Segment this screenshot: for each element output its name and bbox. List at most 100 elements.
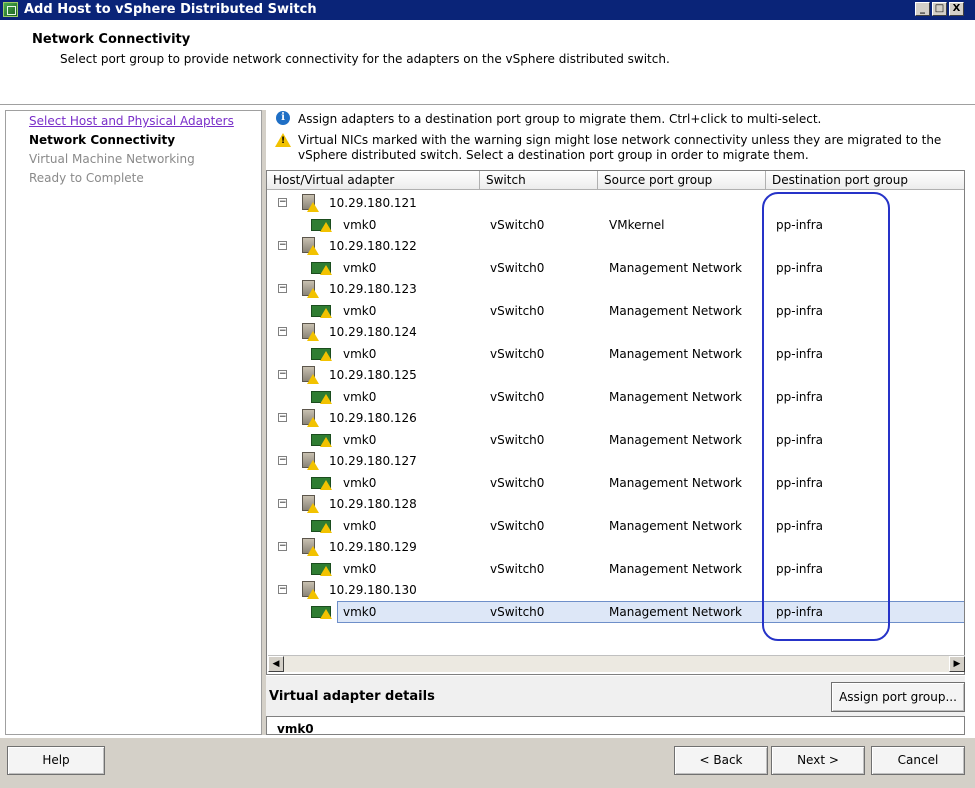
host-warning-icon	[302, 366, 319, 384]
collapse-icon[interactable]: −	[278, 284, 287, 293]
adapter-destination-port-group[interactable]: pp-infra	[776, 605, 823, 619]
collapse-icon[interactable]: −	[278, 327, 287, 336]
host-row[interactable]: − 10.29.180.129	[267, 536, 964, 558]
wizard-steps-panel: Select Host and Physical Adapters Networ…	[5, 110, 261, 735]
vnic-warning-icon	[311, 606, 332, 619]
host-row[interactable]: − 10.29.180.126	[267, 407, 964, 429]
host-name: 10.29.180.121	[329, 196, 417, 210]
next-button[interactable]: Next >	[771, 746, 865, 775]
adapter-row[interactable]: vmk0 vSwitch0 Management Network pp-infra	[267, 343, 964, 365]
vnic-warning-icon	[311, 262, 332, 275]
vnic-warning-icon	[311, 477, 332, 490]
host-row[interactable]: − 10.29.180.123	[267, 278, 964, 300]
adapter-source-port-group: VMkernel	[609, 218, 665, 232]
adapter-destination-port-group[interactable]: pp-infra	[776, 304, 823, 318]
step-select-host[interactable]: Select Host and Physical Adapters	[29, 114, 234, 128]
host-row[interactable]: − 10.29.180.130	[267, 579, 964, 601]
adapter-destination-port-group[interactable]: pp-infra	[776, 261, 823, 275]
adapter-row[interactable]: vmk0 vSwitch0 Management Network pp-infra	[267, 429, 964, 451]
adapter-name: vmk0	[343, 519, 377, 533]
vnic-warning-icon	[311, 563, 332, 576]
host-name: 10.29.180.128	[329, 497, 417, 511]
vnic-warning-icon	[311, 391, 332, 404]
horizontal-scrollbar[interactable]: ◀ ▶	[268, 655, 965, 672]
column-header-source[interactable]: Source port group	[598, 171, 766, 190]
host-row[interactable]: − 10.29.180.127	[267, 450, 964, 472]
adapter-source-port-group: Management Network	[609, 304, 742, 318]
adapter-source-port-group: Management Network	[609, 519, 742, 533]
adapter-switch: vSwitch0	[490, 519, 545, 533]
adapter-name: vmk0	[343, 433, 377, 447]
column-header-switch[interactable]: Switch	[480, 171, 598, 190]
adapter-row[interactable]: vmk0 vSwitch0 Management Network pp-infra	[267, 472, 964, 494]
collapse-icon[interactable]: −	[278, 241, 287, 250]
scroll-left-button[interactable]: ◀	[268, 656, 284, 672]
adapter-destination-port-group[interactable]: pp-infra	[776, 476, 823, 490]
step-vm-networking: Virtual Machine Networking	[29, 152, 195, 166]
adapter-row[interactable]: vmk0 vSwitch0 Management Network pp-infra	[267, 386, 964, 408]
host-row[interactable]: − 10.29.180.125	[267, 364, 964, 386]
adapter-name: vmk0	[343, 476, 377, 490]
adapter-row[interactable]: vmk0 vSwitch0 Management Network pp-infra	[267, 601, 964, 623]
adapter-name: vmk0	[343, 347, 377, 361]
back-button[interactable]: < Back	[674, 746, 768, 775]
host-name: 10.29.180.124	[329, 325, 417, 339]
adapter-destination-port-group[interactable]: pp-infra	[776, 433, 823, 447]
host-row[interactable]: − 10.29.180.124	[267, 321, 964, 343]
vnic-warning-icon	[311, 434, 332, 447]
adapter-switch: vSwitch0	[490, 433, 545, 447]
help-button[interactable]: Help	[7, 746, 105, 775]
window-titlebar: Add Host to vSphere Distributed Switch _…	[0, 0, 975, 20]
close-button[interactable]: X	[949, 2, 964, 16]
warning-message: Virtual NICs marked with the warning sig…	[298, 133, 942, 162]
adapter-source-port-group: Management Network	[609, 261, 742, 275]
adapter-row[interactable]: vmk0 vSwitch0 Management Network pp-infra	[267, 257, 964, 279]
header-divider	[0, 104, 975, 105]
collapse-icon[interactable]: −	[278, 456, 287, 465]
vnic-warning-icon	[311, 305, 332, 318]
adapter-row[interactable]: vmk0 vSwitch0 Management Network pp-infra	[267, 300, 964, 322]
adapter-row[interactable]: vmk0 vSwitch0 VMkernel pp-infra	[267, 214, 964, 236]
adapter-destination-port-group[interactable]: pp-infra	[776, 390, 823, 404]
host-warning-icon	[302, 237, 319, 255]
assign-port-group-button[interactable]: Assign port group...	[831, 682, 965, 712]
adapter-destination-port-group[interactable]: pp-infra	[776, 519, 823, 533]
host-warning-icon	[302, 280, 319, 298]
adapter-destination-port-group[interactable]: pp-infra	[776, 218, 823, 232]
host-warning-icon	[302, 581, 319, 599]
adapter-switch: vSwitch0	[490, 261, 545, 275]
collapse-icon[interactable]: −	[278, 499, 287, 508]
adapter-name: vmk0	[343, 605, 377, 619]
scroll-right-button[interactable]: ▶	[949, 656, 965, 672]
host-row[interactable]: − 10.29.180.122	[267, 235, 964, 257]
host-name: 10.29.180.122	[329, 239, 417, 253]
host-row[interactable]: − 10.29.180.128	[267, 493, 964, 515]
adapter-switch: vSwitch0	[490, 476, 545, 490]
adapter-name: vmk0	[343, 304, 377, 318]
adapter-source-port-group: Management Network	[609, 562, 742, 576]
host-name: 10.29.180.130	[329, 583, 417, 597]
maximize-button[interactable]: □	[932, 2, 947, 16]
adapter-destination-port-group[interactable]: pp-infra	[776, 562, 823, 576]
adapter-destination-port-group[interactable]: pp-infra	[776, 347, 823, 361]
adapter-switch: vSwitch0	[490, 605, 545, 619]
column-header-destination[interactable]: Destination port group	[766, 171, 964, 190]
adapter-name: vmk0	[343, 218, 377, 232]
adapter-row[interactable]: vmk0 vSwitch0 Management Network pp-infra	[267, 515, 964, 537]
cancel-button[interactable]: Cancel	[871, 746, 965, 775]
collapse-icon[interactable]: −	[278, 585, 287, 594]
adapter-row[interactable]: vmk0 vSwitch0 Management Network pp-infra	[267, 558, 964, 580]
minimize-button[interactable]: _	[915, 2, 930, 16]
details-adapter-name: vmk0	[277, 722, 314, 735]
adapter-table: Host/Virtual adapter Switch Source port …	[266, 170, 965, 675]
host-row[interactable]: − 10.29.180.121	[267, 192, 964, 214]
host-name: 10.29.180.123	[329, 282, 417, 296]
collapse-icon[interactable]: −	[278, 198, 287, 207]
host-name: 10.29.180.127	[329, 454, 417, 468]
adapter-source-port-group: Management Network	[609, 433, 742, 447]
collapse-icon[interactable]: −	[278, 370, 287, 379]
column-header-host[interactable]: Host/Virtual adapter	[267, 171, 480, 190]
host-warning-icon	[302, 538, 319, 556]
collapse-icon[interactable]: −	[278, 413, 287, 422]
collapse-icon[interactable]: −	[278, 542, 287, 551]
